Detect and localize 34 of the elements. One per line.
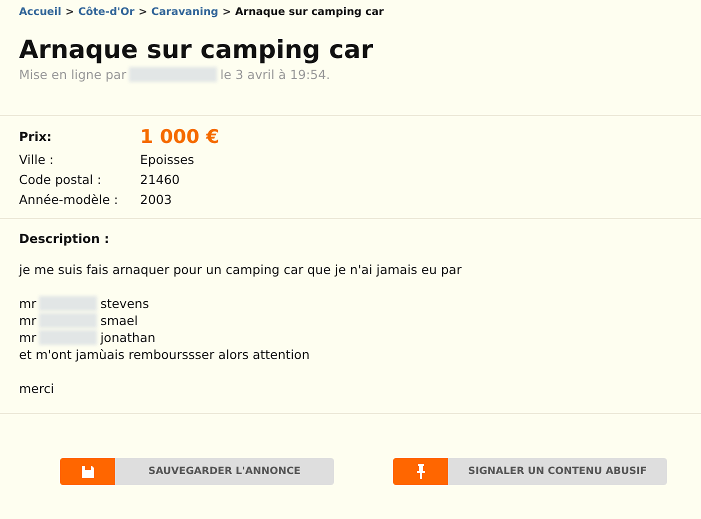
breadcrumb-link[interactable]: Caravaning xyxy=(151,6,218,18)
blurred-name xyxy=(39,296,98,311)
price-label: Prix: xyxy=(19,128,53,146)
detail-label: Année-modèle : xyxy=(19,191,120,209)
description-text: smael xyxy=(100,313,138,328)
description-text: stevens xyxy=(100,296,149,311)
breadcrumb-separator: > xyxy=(222,6,232,18)
ad-title: Arnaque sur camping car xyxy=(19,35,374,65)
description-text: merci xyxy=(19,381,54,396)
price-value: 1 000 € xyxy=(140,125,220,150)
blurred-name xyxy=(39,330,98,345)
breadcrumb-separator: > xyxy=(65,6,74,18)
description-text: et m'ont jamùais rembourssser alors attention xyxy=(19,347,310,362)
detail-value: 21460 xyxy=(140,171,181,189)
report-abuse-button[interactable]: SIGNALER UN CONTENU ABUSIF xyxy=(393,458,667,485)
breadcrumb-link[interactable]: Accueil xyxy=(19,6,62,18)
breadcrumb-separator: > xyxy=(138,6,148,18)
blurred-name xyxy=(39,313,98,328)
detail-value: Epoisses xyxy=(140,151,196,169)
pushpin-icon xyxy=(416,464,424,479)
description-text: mr xyxy=(19,330,36,345)
description-text: mr xyxy=(19,313,36,328)
detail-value: 2003 xyxy=(140,191,173,209)
description-text: mr xyxy=(19,296,36,311)
detail-label: Code postal : xyxy=(19,171,102,189)
save-ad-button[interactable]: SAUVEGARDER L'ANNONCE xyxy=(60,458,334,485)
breadcrumb-link[interactable]: Côte-d'Or xyxy=(78,6,134,18)
description-text: jonathan xyxy=(100,330,156,345)
description-text: je me suis fais arnaquer pour un camping car que je n'ai jamais eu par xyxy=(19,262,462,277)
detail-label: Ville : xyxy=(19,151,55,169)
breadcrumb-link[interactable]: Arnaque sur camping car xyxy=(235,6,384,18)
posted-by-text: Mise en ligne par xyxy=(19,67,126,82)
posted-date-text: le 3 avril à 19:54. xyxy=(220,67,330,82)
description-heading: Description : xyxy=(19,231,110,246)
